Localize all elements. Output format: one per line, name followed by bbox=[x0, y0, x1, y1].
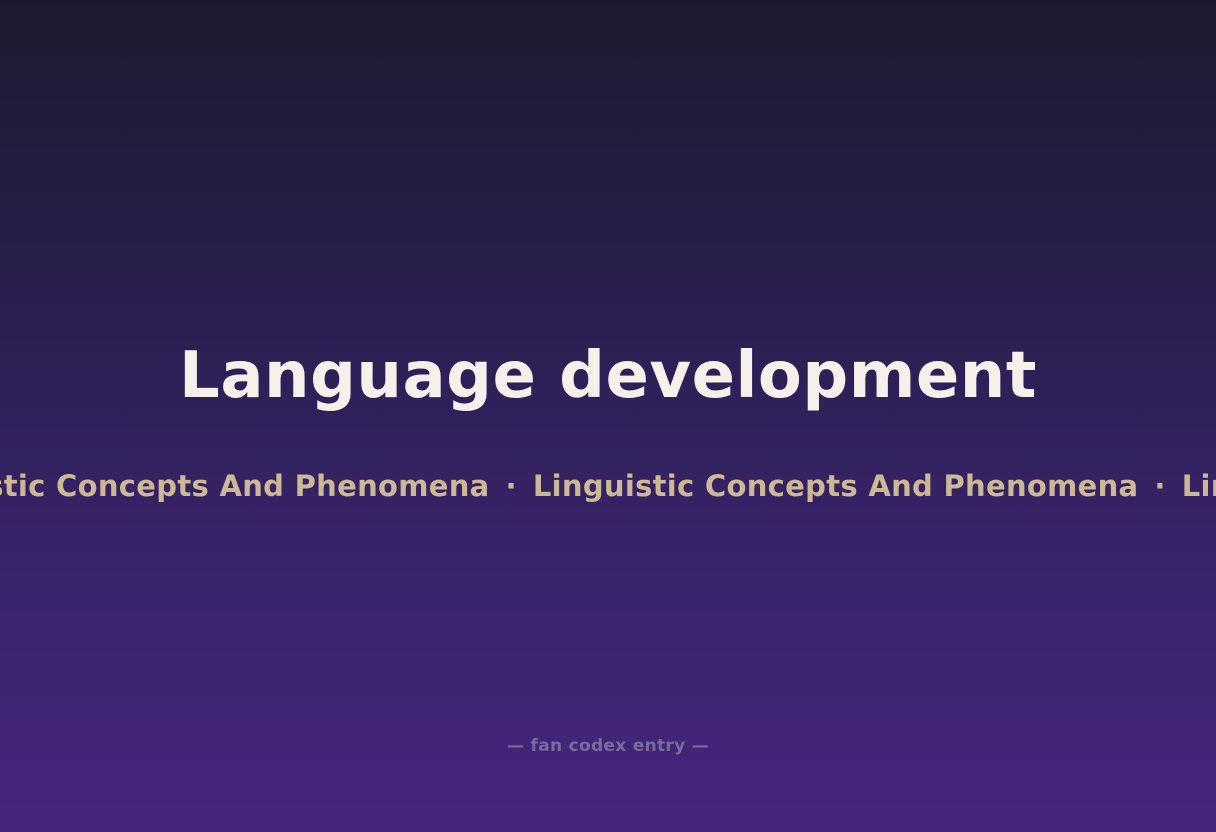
ticker-item: Linguistic Concepts And Phenomena bbox=[0, 469, 490, 503]
ticker-separator: · bbox=[505, 469, 517, 503]
category-ticker: Linguistic Concepts And Phenomena · Lingui… bbox=[0, 466, 1216, 506]
footer-caption: — fan codex entry — bbox=[507, 736, 709, 756]
ticker-track: Linguistic Concepts And Phenomena · Lingui… bbox=[0, 466, 1216, 506]
page-title: Language development bbox=[179, 339, 1037, 413]
ticker-item: Linguistic Concepts And Phenomena bbox=[1181, 469, 1216, 503]
ticker-item: Linguistic Concepts And Phenomena bbox=[532, 469, 1139, 503]
page: Language development Linguistic Concepts… bbox=[0, 0, 1216, 832]
ticker-separator: · bbox=[1154, 469, 1166, 503]
